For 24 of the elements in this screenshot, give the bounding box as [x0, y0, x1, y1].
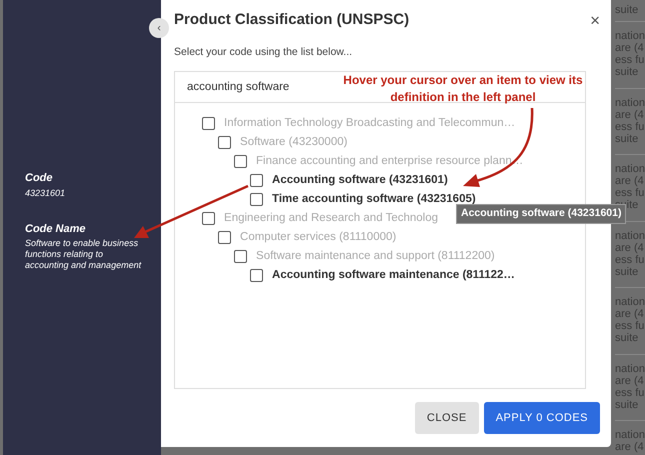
tree-item[interactable]: Time accounting software (43231605): [272, 190, 476, 208]
field-value: Software to enable business functions relating to accounting and management: [25, 238, 142, 271]
checkbox[interactable]: [202, 212, 216, 225]
field-label: Code Name: [25, 222, 87, 236]
apply-button[interactable]: APPLY 0 CODES: [484, 402, 600, 434]
checkbox[interactable]: [250, 174, 264, 187]
close-icon[interactable]: ×: [590, 12, 600, 28]
tree-item[interactable]: Accounting software (43231601): [272, 172, 448, 189]
field-value: 43231601: [25, 188, 66, 198]
annotation-text: Hover your cursor over an item to view its definition in the left panel: [342, 72, 584, 106]
instruction-text: Select your code using the list below...: [174, 45, 354, 60]
search-field[interactable]: accounting software: [175, 72, 316, 102]
collapse-button[interactable]: ‹: [149, 18, 170, 38]
checkbox[interactable]: [234, 250, 248, 263]
checkbox[interactable]: [250, 192, 264, 206]
checkbox[interactable]: [218, 136, 232, 149]
checkbox[interactable]: [202, 116, 216, 130]
checkbox[interactable]: [250, 268, 264, 282]
close-button[interactable]: CLOSE: [414, 402, 479, 434]
checkbox[interactable]: [218, 230, 232, 244]
dialog-title: Product Classification (UNSPSC): [174, 10, 410, 30]
tree-item[interactable]: Accounting software maintenance (811122…: [272, 266, 515, 284]
field-label: Code: [25, 171, 54, 186]
checkbox[interactable]: [234, 154, 248, 168]
